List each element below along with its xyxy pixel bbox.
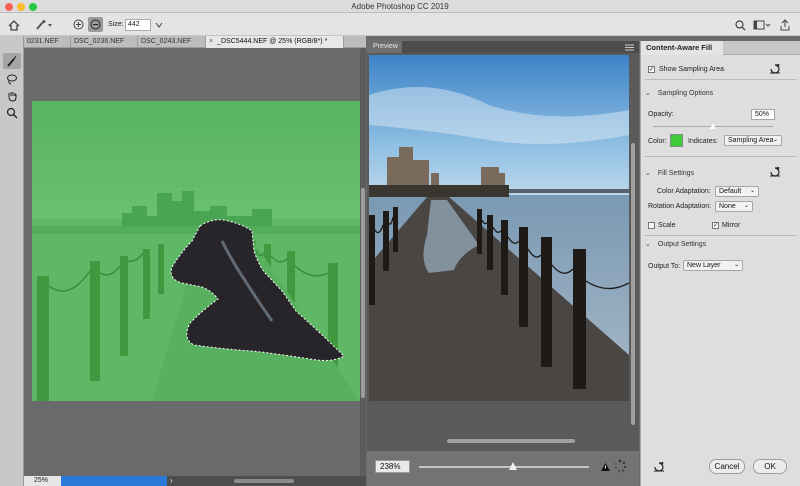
preview-image[interactable] bbox=[369, 55, 629, 401]
divider bbox=[645, 156, 797, 157]
sampling-brush-icon[interactable] bbox=[3, 53, 21, 69]
canvas-vertical-scrollbar[interactable] bbox=[360, 48, 366, 476]
chevron-down-icon: ⌄ bbox=[645, 170, 651, 177]
output-settings-header[interactable]: ⌄ Output Settings bbox=[645, 240, 706, 248]
sampling-options-header[interactable]: ⌄ Sampling Options bbox=[645, 89, 713, 97]
scroll-thumb[interactable] bbox=[361, 188, 365, 398]
output-to-select[interactable]: New Layer ⌄ bbox=[683, 260, 743, 271]
tab-label: 0231.NEF bbox=[27, 38, 59, 45]
loading-spinner-icon bbox=[613, 459, 627, 475]
preview-tab[interactable]: Preview bbox=[367, 41, 402, 53]
document-tabs: 0231.NEF DSC_0236.NEF DSC_0243.NEF × _DSC… bbox=[24, 36, 366, 48]
fill-settings-header[interactable]: ⌄ Fill Settings bbox=[645, 169, 694, 177]
reset-icon[interactable] bbox=[769, 64, 781, 74]
size-label: Size: bbox=[108, 21, 124, 28]
zoom-slider[interactable] bbox=[419, 466, 589, 468]
add-to-sampling-icon[interactable] bbox=[72, 18, 85, 31]
indicates-select[interactable]: Sampling Area ⌄ bbox=[724, 135, 782, 146]
subtract-from-sampling-icon[interactable] bbox=[88, 17, 103, 32]
select-value: Default bbox=[719, 188, 742, 195]
size-dropdown-icon[interactable] bbox=[154, 19, 164, 31]
opacity-slider-knob[interactable] bbox=[709, 123, 716, 129]
zoom-level[interactable]: 25% bbox=[24, 476, 61, 486]
select-value: New Layer bbox=[687, 262, 721, 269]
color-swatch[interactable] bbox=[670, 134, 683, 147]
opacity-label: Opacity: bbox=[648, 111, 674, 118]
title-bar: Adobe Photoshop CC 2019 bbox=[0, 0, 800, 13]
output-to-label: Output To: bbox=[648, 263, 681, 270]
section-title: Output Settings bbox=[657, 241, 707, 248]
ok-button[interactable]: OK bbox=[753, 459, 787, 474]
chevron-down-icon: ⌄ bbox=[645, 241, 651, 248]
color-label: Color: bbox=[648, 138, 667, 145]
tab-active-document[interactable]: × _DSC5444.NEF @ 25% (RGB/8*) * bbox=[206, 36, 344, 48]
show-sampling-area-label: Show Sampling Area bbox=[659, 66, 724, 73]
workspace-icon[interactable] bbox=[752, 18, 772, 32]
content-aware-fill-panel: Content-Aware Fill ✓ Show Sampling Area … bbox=[640, 41, 800, 486]
status-bar: 25% › bbox=[24, 476, 366, 486]
tab-label: _DSC5444.NEF @ 25% (RGB/8*) * bbox=[217, 38, 328, 45]
select-value: None bbox=[719, 203, 736, 210]
select-value: Sampling Area bbox=[728, 137, 774, 144]
tab-label: DSC_0243.NEF bbox=[141, 38, 192, 45]
preview-zoom-field[interactable]: 238% bbox=[375, 460, 410, 473]
tab-label: DSC_0236.NEF bbox=[74, 38, 125, 45]
tab-document[interactable]: DSC_0243.NEF bbox=[138, 36, 206, 48]
canvas-area[interactable] bbox=[24, 48, 360, 476]
document-image[interactable] bbox=[32, 101, 360, 401]
panel-title-tab[interactable]: Content-Aware Fill bbox=[641, 41, 723, 55]
preview-panel: Preview 238% bbox=[367, 41, 639, 486]
window-title: Adobe Photoshop CC 2019 bbox=[351, 2, 449, 11]
panel-menu-icon[interactable] bbox=[625, 44, 634, 53]
preview-footer: 238% bbox=[367, 451, 639, 486]
size-input[interactable]: 442 bbox=[125, 19, 151, 31]
rotation-adaptation-label: Rotation Adaptation: bbox=[648, 203, 712, 210]
hand-icon[interactable] bbox=[3, 88, 21, 104]
tab-document[interactable]: DSC_0236.NEF bbox=[71, 36, 138, 48]
scale-checkbox[interactable] bbox=[648, 222, 655, 229]
zoom-icon[interactable] bbox=[3, 105, 21, 121]
color-adaptation-select[interactable]: Default ⌄ bbox=[715, 186, 759, 197]
mirror-label: Mirror bbox=[722, 222, 741, 229]
chevron-down-icon: ⌄ bbox=[772, 137, 778, 143]
color-adaptation-label: Color Adaptation: bbox=[657, 188, 711, 195]
cancel-button[interactable]: Cancel bbox=[709, 459, 745, 474]
tools-panel bbox=[0, 36, 24, 486]
section-title: Fill Settings bbox=[657, 170, 695, 177]
preview-vertical-scrollbar[interactable] bbox=[629, 55, 637, 470]
lasso-icon[interactable] bbox=[3, 71, 21, 87]
panel-tab-row: Content-Aware Fill bbox=[641, 41, 800, 55]
chevron-down-icon: ⌄ bbox=[645, 90, 651, 97]
indicates-label: Indicates: bbox=[688, 138, 718, 145]
preview-horizontal-scroll-thumb[interactable] bbox=[447, 439, 575, 443]
divider bbox=[645, 235, 797, 236]
section-title: Sampling Options bbox=[657, 90, 714, 97]
warning-icon bbox=[601, 463, 610, 473]
scale-label: Scale bbox=[658, 222, 676, 229]
rotation-adaptation-select[interactable]: None ⌄ bbox=[715, 201, 753, 212]
divider bbox=[645, 79, 797, 80]
opacity-input[interactable]: 50% bbox=[751, 109, 775, 120]
show-sampling-area-checkbox[interactable]: ✓ bbox=[648, 66, 655, 73]
reset-all-icon[interactable] bbox=[653, 462, 665, 472]
zoom-slider-knob[interactable] bbox=[508, 462, 517, 470]
chevron-down-icon: ⌄ bbox=[733, 262, 739, 268]
close-tab-icon[interactable]: × bbox=[209, 38, 213, 45]
chevron-down-icon: ⌄ bbox=[749, 188, 755, 194]
mirror-checkbox[interactable]: ✓ bbox=[712, 222, 719, 229]
home-icon[interactable] bbox=[6, 17, 22, 33]
options-bar: Size: 442 bbox=[0, 13, 800, 36]
preview-header: Preview bbox=[367, 41, 639, 53]
horizontal-scroll-thumb[interactable] bbox=[234, 479, 294, 483]
tab-document[interactable]: 0231.NEF bbox=[24, 36, 71, 48]
search-icon[interactable] bbox=[733, 18, 747, 32]
scroll-thumb[interactable] bbox=[631, 143, 635, 425]
reset-icon[interactable] bbox=[769, 167, 781, 177]
share-icon[interactable] bbox=[778, 18, 792, 32]
brush-tool-preset-icon[interactable] bbox=[34, 17, 54, 33]
chevron-right-icon[interactable]: › bbox=[170, 476, 173, 485]
chevron-down-icon: ⌄ bbox=[743, 203, 749, 209]
progress-bar bbox=[61, 476, 168, 486]
